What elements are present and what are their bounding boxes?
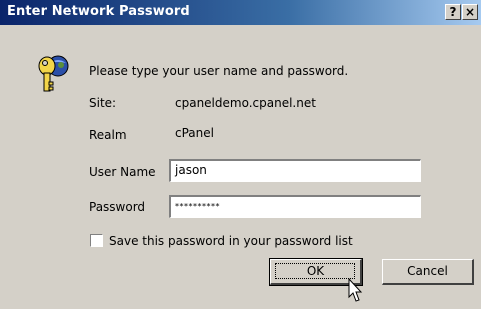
- realm-value: cPanel: [175, 126, 214, 140]
- close-button[interactable]: ×: [462, 4, 478, 20]
- password-input[interactable]: **********: [169, 195, 421, 218]
- username-input[interactable]: jason: [169, 159, 421, 182]
- prompt-text: Please type your user name and password.: [89, 64, 349, 78]
- network-password-dialog: Enter Network Password ? × Please type y…: [0, 0, 481, 309]
- site-label: Site:: [89, 96, 117, 110]
- site-value: cpaneldemo.cpanel.net: [175, 96, 316, 110]
- title-bar[interactable]: Enter Network Password ? ×: [0, 0, 481, 25]
- focus-rectangle: [275, 263, 355, 279]
- window-title: Enter Network Password: [7, 4, 190, 19]
- realm-label: Realm: [89, 128, 127, 142]
- mouse-pointer-icon: [348, 278, 363, 302]
- username-label: User Name: [89, 165, 156, 179]
- cancel-button[interactable]: Cancel: [382, 259, 474, 285]
- help-button[interactable]: ?: [445, 4, 461, 20]
- password-label: Password: [89, 200, 146, 214]
- save-password-label[interactable]: Save this password in your password list: [109, 234, 353, 248]
- save-password-checkbox[interactable]: [90, 234, 103, 247]
- key-icon: [38, 55, 69, 92]
